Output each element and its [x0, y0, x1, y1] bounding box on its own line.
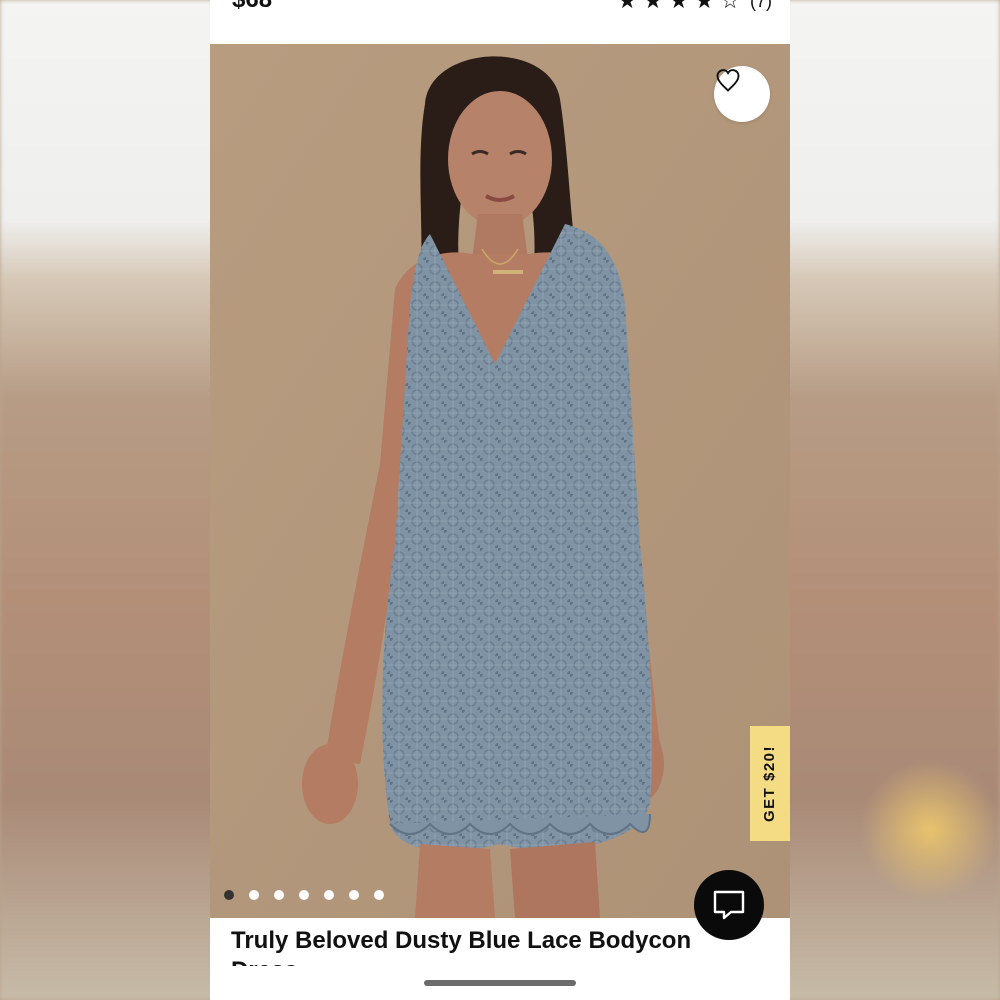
chat-bubble-icon: [713, 890, 745, 920]
carousel-dot[interactable]: [274, 890, 284, 900]
carousel-pagination: [224, 890, 384, 900]
rating-stars: ★★★★☆: [617, 0, 746, 13]
chat-button[interactable]: [694, 870, 764, 940]
rating-count: (7): [750, 0, 772, 11]
product-image-carousel[interactable]: GET $20!: [210, 44, 790, 918]
heart-icon: [716, 69, 740, 92]
product-price: $68: [232, 0, 272, 14]
home-indicator[interactable]: [424, 980, 576, 986]
promo-tab-get-20[interactable]: GET $20!: [750, 726, 790, 841]
carousel-dot[interactable]: [249, 890, 259, 900]
carousel-dot[interactable]: [299, 890, 309, 900]
product-photo: [210, 44, 790, 918]
promo-label: GET $20!: [761, 744, 779, 823]
carousel-dot[interactable]: [349, 890, 359, 900]
phone-screen: $68 ★★★★☆ (7): [210, 0, 790, 1000]
wishlist-button[interactable]: [714, 66, 770, 122]
carousel-dot[interactable]: [224, 890, 234, 900]
carousel-dot[interactable]: [374, 890, 384, 900]
product-header: $68 ★★★★☆ (7): [210, 0, 790, 44]
product-rating[interactable]: ★★★★☆ (7): [617, 0, 772, 14]
carousel-dot[interactable]: [324, 890, 334, 900]
background-blur-highlight: [860, 760, 1000, 900]
